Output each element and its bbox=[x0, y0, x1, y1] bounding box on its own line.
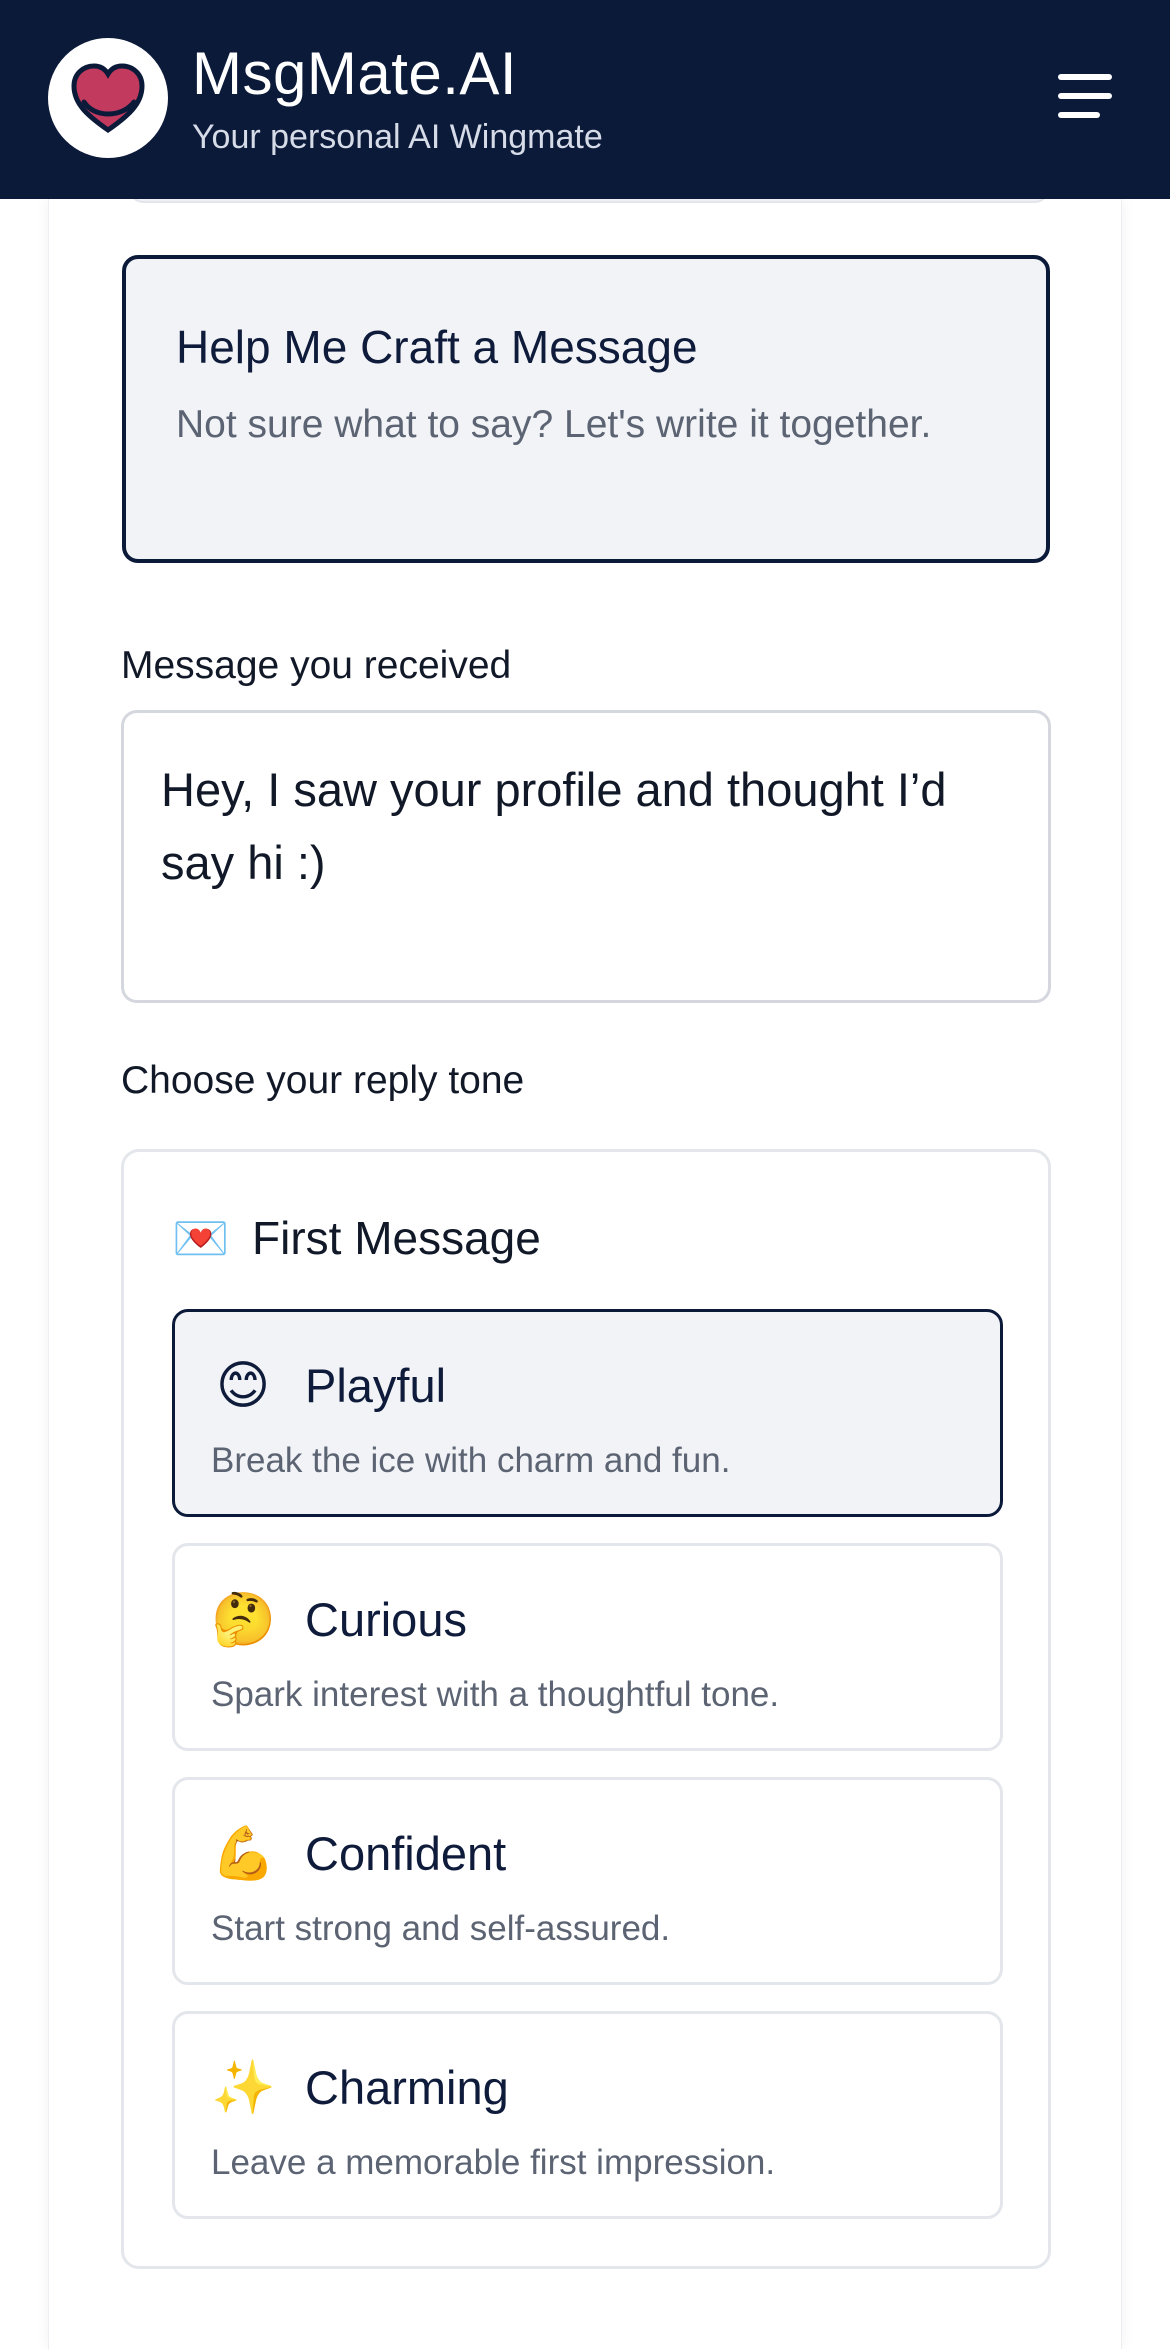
tone-option-description: Start strong and self-assured. bbox=[211, 1909, 671, 1948]
smiling-face-icon: 😊 bbox=[215, 1357, 271, 1415]
app-logo bbox=[48, 38, 168, 158]
tone-group-title: 💌 First Message bbox=[172, 1208, 541, 1268]
app-subtitle: Your personal AI Wingmate bbox=[192, 118, 603, 156]
received-message-text: Hey, I saw your profile and thought I’d … bbox=[161, 763, 947, 889]
tone-option-name: Confident bbox=[305, 1827, 507, 1880]
love-letter-icon: 💌 bbox=[172, 1212, 230, 1264]
heart-icon bbox=[71, 63, 145, 134]
hamburger-menu-icon[interactable] bbox=[1052, 72, 1114, 124]
tone-option-confident[interactable]: 💪 Confident Start strong and self-assure… bbox=[172, 1777, 1003, 1985]
app-header: MsgMate.AI Your personal AI Wingmate bbox=[0, 0, 1170, 199]
tone-option-name: Charming bbox=[305, 2061, 509, 2114]
reply-tone-label: Choose your reply tone bbox=[121, 1059, 525, 1102]
craft-message-card[interactable]: Help Me Craft a Message Not sure what to… bbox=[122, 255, 1050, 563]
tone-option-name: Playful bbox=[305, 1359, 447, 1412]
craft-card-title: Help Me Craft a Message bbox=[176, 321, 698, 373]
tone-option-charming[interactable]: ✨ Charming Leave a memorable first impre… bbox=[172, 2011, 1003, 2219]
received-message-input[interactable]: Hey, I saw your profile and thought I’d … bbox=[121, 710, 1051, 1003]
received-message-label: Message you received bbox=[121, 644, 512, 687]
main-panel: Help Me Craft a Message Not sure what to… bbox=[48, 187, 1122, 2349]
thinking-face-icon: 🤔 bbox=[211, 1591, 276, 1649]
flexed-biceps-icon: 💪 bbox=[211, 1825, 276, 1883]
tone-option-description: Break the ice with charm and fun. bbox=[211, 1441, 731, 1480]
tone-option-description: Leave a memorable first impression. bbox=[211, 2143, 776, 2182]
tone-option-playful[interactable]: 😊 Playful Break the ice with charm and f… bbox=[172, 1309, 1003, 1517]
sparkles-icon: ✨ bbox=[211, 2059, 276, 2117]
tone-group-card: 💌 First Message 😊 Playful Break the ice w… bbox=[121, 1149, 1051, 2269]
craft-card-description: Not sure what to say? Let's write it tog… bbox=[176, 403, 932, 446]
tone-group-title-text: First Message bbox=[252, 1212, 541, 1264]
app-title: MsgMate.AI bbox=[192, 40, 518, 107]
tone-option-curious[interactable]: 🤔 Curious Spark interest with a thoughtf… bbox=[172, 1543, 1003, 1751]
tone-option-name: Curious bbox=[305, 1593, 467, 1646]
tone-option-description: Spark interest with a thoughtful tone. bbox=[211, 1675, 780, 1714]
